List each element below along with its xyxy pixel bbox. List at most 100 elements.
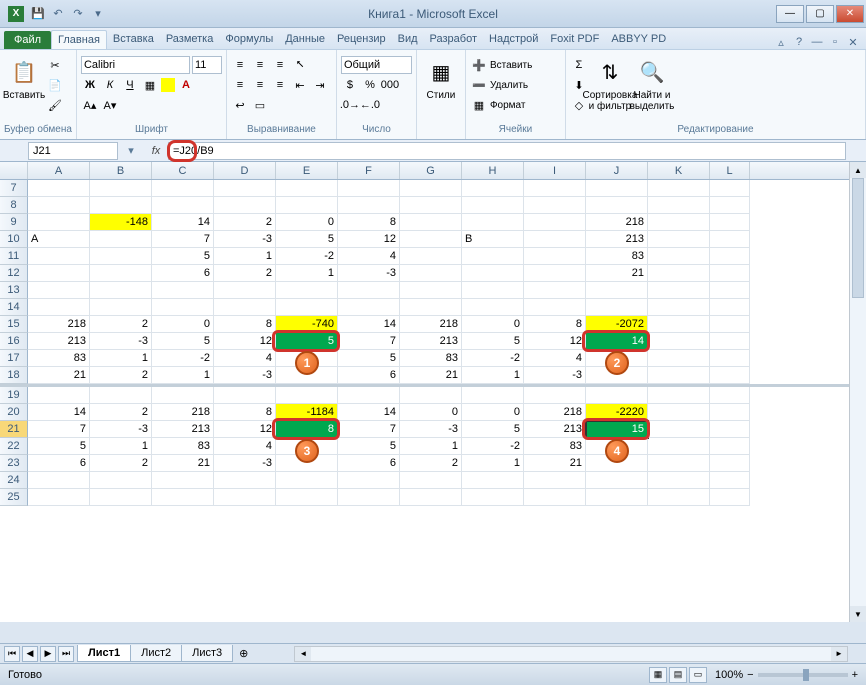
cell[interactable] [586,367,648,384]
indent-inc-icon[interactable]: ⇥ [311,76,329,94]
cell[interactable] [28,248,90,265]
cell[interactable]: 5 [152,333,214,350]
cell[interactable]: 7 [152,231,214,248]
cell[interactable]: 213 [28,333,90,350]
cell[interactable]: 5 [338,438,400,455]
cell[interactable]: 218 [524,404,586,421]
merge-icon[interactable]: ▭ [251,96,269,114]
row-header[interactable]: 21 [0,421,28,438]
cell[interactable] [90,248,152,265]
cell[interactable]: 213 [524,421,586,438]
cell[interactable] [152,387,214,404]
cell[interactable]: 0 [462,404,524,421]
cell[interactable] [648,248,710,265]
cell[interactable] [28,489,90,506]
cell[interactable] [90,472,152,489]
sheet-nav-first-icon[interactable]: ⏮ [4,646,20,662]
cell[interactable]: 2 [90,455,152,472]
cell[interactable]: 218 [152,404,214,421]
cell[interactable] [400,282,462,299]
column-header[interactable]: H [462,162,524,179]
cell[interactable] [400,472,462,489]
cell[interactable] [276,299,338,316]
cell[interactable] [710,404,750,421]
cell[interactable] [28,180,90,197]
styles-button[interactable]: ▦ Стили [421,52,461,101]
cell[interactable]: 14 [28,404,90,421]
doc-restore-icon[interactable]: ▫ [828,36,842,49]
align-center-icon[interactable]: ≡ [251,76,269,94]
cell[interactable] [276,180,338,197]
cell[interactable]: 12 [524,333,586,350]
insert-cells-icon[interactable]: ➕ [470,56,488,74]
row-header[interactable]: 12 [0,265,28,282]
cut-icon[interactable]: ✂ [46,56,64,74]
cell[interactable] [524,265,586,282]
cell[interactable] [276,489,338,506]
row-header[interactable]: 16 [0,333,28,350]
cell[interactable] [648,231,710,248]
cell[interactable]: 6 [338,367,400,384]
cell[interactable] [152,197,214,214]
fx-icon[interactable]: fx [144,145,168,157]
cell[interactable]: 1 [214,248,276,265]
doc-minimize-icon[interactable]: — [810,36,824,49]
cell[interactable]: -2220 [586,404,648,421]
cell[interactable]: 218 [400,316,462,333]
sheet-tab[interactable]: Лист1 [77,645,131,662]
zoom-slider[interactable] [758,673,848,677]
cell[interactable] [90,265,152,282]
doc-close-icon[interactable]: ✕ [846,36,860,49]
cell[interactable] [648,421,710,438]
cell[interactable] [648,350,710,367]
cell[interactable] [648,180,710,197]
cell[interactable] [276,438,338,455]
column-header[interactable]: I [524,162,586,179]
cell[interactable]: 213 [152,421,214,438]
cell[interactable] [28,299,90,316]
cell[interactable]: -2 [462,350,524,367]
cell[interactable] [710,180,750,197]
cell[interactable]: 21 [152,455,214,472]
cell[interactable] [28,387,90,404]
cell[interactable]: 83 [586,248,648,265]
minimize-button[interactable]: — [776,5,804,23]
cell[interactable] [586,455,648,472]
cell[interactable] [400,231,462,248]
cell[interactable]: -3 [524,367,586,384]
cell[interactable]: 5 [338,350,400,367]
cell[interactable] [648,197,710,214]
cell[interactable] [710,367,750,384]
cell[interactable]: 83 [152,438,214,455]
cell[interactable]: 14 [338,404,400,421]
column-header[interactable]: B [90,162,152,179]
cell[interactable] [400,197,462,214]
wrap-text-icon[interactable]: ↩ [231,96,249,114]
cell[interactable] [28,214,90,231]
cell[interactable] [586,438,648,455]
cell[interactable]: 5 [152,248,214,265]
row-header[interactable]: 19 [0,387,28,404]
cell[interactable] [586,387,648,404]
cell[interactable] [648,489,710,506]
cell[interactable]: 5 [462,333,524,350]
cell[interactable]: A [28,231,90,248]
cell[interactable]: 5 [276,333,338,350]
cell[interactable] [338,489,400,506]
cell[interactable] [276,350,338,367]
cell[interactable] [710,455,750,472]
zoom-level[interactable]: 100% [715,669,743,681]
cell[interactable]: 21 [524,455,586,472]
cell[interactable] [648,333,710,350]
cell[interactable] [710,231,750,248]
cell[interactable]: -3 [338,265,400,282]
column-header[interactable]: A [28,162,90,179]
cell[interactable] [276,282,338,299]
cell[interactable]: 14 [586,333,648,350]
row-header[interactable]: 24 [0,472,28,489]
tab-file[interactable]: Файл [4,31,51,49]
cell[interactable]: 0 [276,214,338,231]
format-cells-icon[interactable]: ▦ [470,96,488,114]
cell[interactable] [710,387,750,404]
scroll-up-icon[interactable]: ▲ [850,162,866,178]
